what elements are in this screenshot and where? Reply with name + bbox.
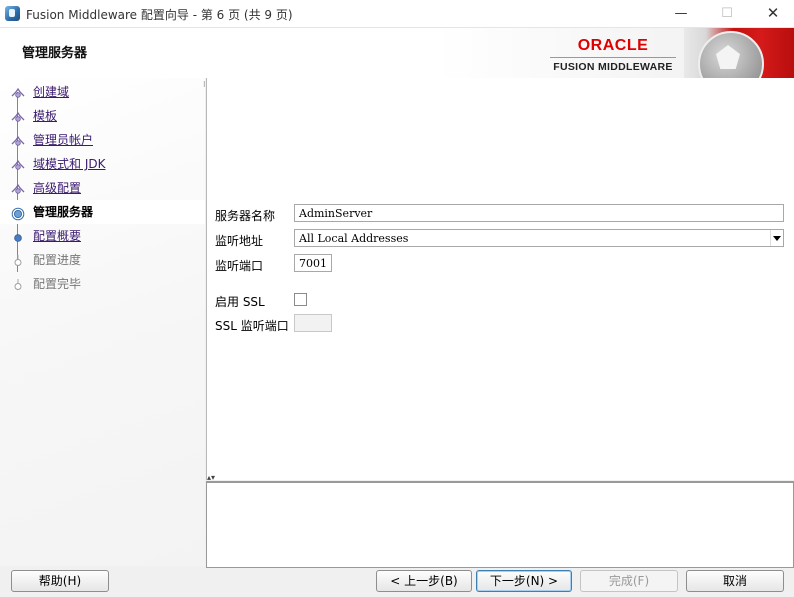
server-name-label: 服务器名称 [215, 209, 276, 223]
maximize-button[interactable]: ☐ [704, 0, 750, 27]
next-button[interactable]: 下一步(N) > [476, 570, 572, 592]
oracle-logo: ORACLE FUSION MIDDLEWARE [548, 37, 678, 75]
app-icon [5, 6, 20, 21]
ssl-port-label: SSL 监听端口 [215, 319, 289, 333]
sidebar-step-label[interactable]: 配置概要 [33, 224, 81, 248]
step-node-icon [11, 133, 25, 147]
listen-address-value: All Local Addresses [299, 232, 409, 245]
back-button[interactable]: < 上一步(B) [376, 570, 472, 592]
steps-list: 创建域 模板 管理员帐户 域模式和 JDK 高级配置 管理服务器 配置概要配置进度配置完毕 [0, 80, 205, 296]
page-title: 管理服务器 [22, 46, 88, 61]
step-node-icon [11, 229, 25, 243]
sidebar-step-label: 配置进度 [33, 253, 82, 267]
sidebar-step-item[interactable]: 高级配置 [0, 176, 205, 200]
sidebar-step-label[interactable]: 管理服务器 [33, 200, 93, 224]
step-node-icon [11, 85, 25, 99]
wizard-header: 管理服务器 ORACLE FUSION MIDDLEWARE [0, 28, 794, 78]
sidebar-step-label[interactable]: 创建域 [33, 80, 69, 104]
step-node-icon [11, 181, 25, 195]
sidebar-step-item[interactable]: 管理服务器 [0, 200, 205, 224]
sidebar-step-item: 配置完毕 [0, 272, 205, 296]
minimize-button[interactable]: — [658, 0, 704, 27]
sidebar-step-item[interactable]: 创建域 [0, 80, 205, 104]
listen-address-label: 监听地址 [215, 234, 264, 248]
pending-step-icon [11, 277, 25, 291]
pending-step-icon [11, 253, 25, 267]
wizard-steps-sidebar: 创建域 模板 管理员帐户 域模式和 JDK 高级配置 管理服务器 配置概要配置进度配置完毕 [0, 78, 205, 566]
enable-ssl-label: 启用 SSL [215, 295, 265, 309]
oracle-logo-text: ORACLE [577, 37, 649, 54]
oracle-logo-subtitle: FUSION MIDDLEWARE [553, 61, 673, 73]
sidebar-step-item[interactable]: 模板 [0, 104, 205, 128]
listen-port-input[interactable]: 7001 [294, 254, 332, 272]
ssl-port-input[interactable] [294, 314, 332, 332]
step-node-icon [11, 157, 25, 171]
sidebar-step-item[interactable]: 配置概要 [0, 224, 205, 248]
finish-button[interactable]: 完成(F) [580, 570, 678, 592]
logo-divider [550, 57, 676, 58]
message-panel [206, 481, 794, 568]
sidebar-step-label: 配置完毕 [33, 277, 82, 291]
sidebar-step-item[interactable]: 管理员帐户 [0, 128, 205, 152]
content-panel [206, 78, 794, 480]
sidebar-step-label[interactable]: 域模式和 JDK [33, 152, 105, 176]
close-button[interactable]: ✕ [750, 0, 794, 27]
help-button[interactable]: 帮助(H) [11, 570, 109, 592]
sidebar-step-label[interactable]: 高级配置 [33, 176, 81, 200]
splitter-handle-icon[interactable]: ⁝ [203, 80, 206, 89]
listen-port-label: 监听端口 [215, 259, 264, 273]
step-node-icon [11, 109, 25, 123]
title-bar: Fusion Middleware 配置向导 - 第 6 页 (共 9 页) —… [0, 0, 794, 28]
current-step-icon [11, 205, 25, 221]
sidebar-step-label[interactable]: 模板 [33, 104, 57, 128]
cancel-button[interactable]: 取消 [686, 570, 784, 592]
server-name-input[interactable]: AdminServer [294, 204, 784, 222]
sidebar-step-item[interactable]: 域模式和 JDK [0, 152, 205, 176]
enable-ssl-checkbox[interactable] [294, 293, 307, 306]
sidebar-step-label[interactable]: 管理员帐户 [33, 128, 93, 152]
listen-address-select[interactable]: All Local Addresses [294, 229, 784, 247]
sidebar-step-item: 配置进度 [0, 248, 205, 272]
chevron-down-icon[interactable] [770, 230, 783, 246]
brand-badge [684, 28, 794, 78]
window-title: Fusion Middleware 配置向导 - 第 6 页 (共 9 页) [26, 8, 293, 22]
